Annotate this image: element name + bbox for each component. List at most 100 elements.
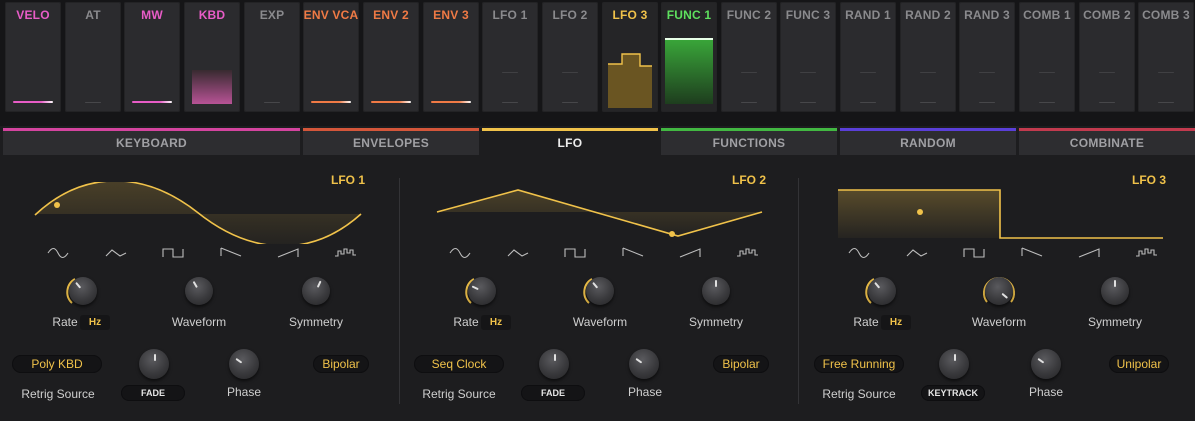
tab-envelopes[interactable]: ENVELOPES <box>303 128 479 155</box>
lfo-3-phase-knob[interactable] <box>1028 346 1066 384</box>
lfo-3-waveform-display[interactable] <box>837 188 1167 242</box>
tab-combinate[interactable]: COMBINATE <box>1019 128 1195 155</box>
mod-level-bar <box>431 101 471 103</box>
mod-source-func-1[interactable]: FUNC 1 <box>661 2 717 112</box>
mod-source-func-3[interactable]: FUNC 3 <box>780 2 836 112</box>
lfo-3-polarity-button[interactable]: Unipolar <box>1109 355 1169 373</box>
ramp-down-icon[interactable] <box>621 244 645 262</box>
mod-source-label: RAND 2 <box>905 8 951 22</box>
mod-source-label: KBD <box>198 8 226 22</box>
tab-keyboard[interactable]: KEYBOARD <box>3 128 300 155</box>
lfo-3-keytrack-knob[interactable] <box>936 346 974 384</box>
tab-random[interactable]: RANDOM <box>840 128 1016 155</box>
mod-level-bar <box>13 101 53 103</box>
mod-source-mw[interactable]: MW <box>124 2 180 112</box>
ramp-down-icon[interactable] <box>219 244 243 262</box>
mod-source-label: AT <box>85 8 101 22</box>
ramp-up-icon[interactable] <box>276 244 300 262</box>
lfo-1-phase-knob[interactable] <box>226 346 264 384</box>
random-icon[interactable] <box>1135 244 1159 262</box>
lfo-2-phase-knob[interactable] <box>626 346 664 384</box>
tab-label: RANDOM <box>900 136 956 150</box>
lfo-3-rate-unit[interactable]: Hz <box>881 315 911 330</box>
mod-source-rand-1[interactable]: RAND 1 <box>840 2 896 112</box>
mod-source-kbd[interactable]: KBD <box>184 2 240 112</box>
triangle-icon[interactable] <box>506 244 530 262</box>
mod-source-label: FUNC 2 <box>726 8 772 22</box>
lfo-3-retrig-label: Retrig Source <box>822 387 896 401</box>
func1-meter <box>665 38 713 104</box>
mod-source-env-2[interactable]: ENV 2 <box>363 2 419 112</box>
lfo-3-waveform-knob[interactable] <box>980 272 1018 310</box>
square-icon[interactable] <box>962 244 986 262</box>
lfo-3-symmetry-knob[interactable] <box>1096 272 1134 310</box>
lfo-2-waveform-knob[interactable] <box>581 272 619 310</box>
lfo-2-rate-unit[interactable]: Hz <box>481 315 511 330</box>
mod-source-comb-1[interactable]: COMB 1 <box>1019 2 1075 112</box>
random-icon[interactable] <box>736 244 760 262</box>
lfo-1-fade-button[interactable]: FADE <box>121 385 185 401</box>
square-icon[interactable] <box>161 244 185 262</box>
mod-source-comb-3[interactable]: COMB 3 <box>1138 2 1194 112</box>
mod-source-func-2[interactable]: FUNC 2 <box>721 2 777 112</box>
mod-source-velo[interactable]: VELO <box>5 2 61 112</box>
ramp-up-icon[interactable] <box>678 244 702 262</box>
lfo-2-symmetry-knob[interactable] <box>697 272 735 310</box>
random-icon[interactable] <box>334 244 358 262</box>
mod-source-lfo-2[interactable]: LFO 2 <box>542 2 598 112</box>
ramp-down-icon[interactable] <box>1020 244 1044 262</box>
lfo-2-waveform-display[interactable] <box>435 186 767 242</box>
sine-icon[interactable] <box>448 244 472 262</box>
lfo-1-rate-unit[interactable]: Hz <box>80 315 110 330</box>
triangle-icon[interactable] <box>104 244 128 262</box>
lfo-3-retrig-source-select[interactable]: Free Running <box>814 355 904 373</box>
lfo-1-waveform-display[interactable] <box>33 182 365 244</box>
lfo-2-title: LFO 2 <box>732 173 767 187</box>
mod-level-bar <box>562 102 578 103</box>
mod-source-env-3[interactable]: ENV 3 <box>423 2 479 112</box>
mod-source-comb-2[interactable]: COMB 2 <box>1079 2 1135 112</box>
mod-source-rand-2[interactable]: RAND 2 <box>900 2 956 112</box>
mod-level-bar <box>800 102 816 103</box>
triangle-icon[interactable] <box>905 244 929 262</box>
mod-level-bar <box>132 101 172 103</box>
mod-source-label: ENV 3 <box>433 8 469 22</box>
mod-source-label: COMB 2 <box>1083 8 1131 22</box>
lfo-2-fade-knob[interactable] <box>536 346 574 384</box>
lfo-2-polarity-button[interactable]: Bipolar <box>713 355 769 373</box>
square-icon[interactable] <box>563 244 587 262</box>
lfo-1-retrig-label: Retrig Source <box>21 387 95 401</box>
mod-level-bar <box>311 101 351 103</box>
lfo-1-retrig-source-select[interactable]: Poly KBD <box>12 355 102 373</box>
lfo-3-title: LFO 3 <box>1132 173 1167 187</box>
lfo-3-keytrack-button[interactable]: KEYTRACK <box>921 385 985 401</box>
sine-icon[interactable] <box>847 244 871 262</box>
lfo-2-fade-button[interactable]: FADE <box>521 385 585 401</box>
mod-source-rand-3[interactable]: RAND 3 <box>959 2 1015 112</box>
lfo-1-waveform-knob[interactable] <box>180 272 218 310</box>
tab-lfo[interactable]: LFO <box>482 128 658 155</box>
mod-source-at[interactable]: AT <box>65 2 121 112</box>
mod-level-bar <box>1158 72 1174 73</box>
lfo-2-waveform-label: Waveform <box>572 315 628 329</box>
mod-source-exp[interactable]: EXP <box>244 2 300 112</box>
lfo-1-shape-selector <box>0 244 400 262</box>
lfo-1-symmetry-knob[interactable] <box>297 272 335 310</box>
lfo-3-rate-knob[interactable] <box>863 272 901 310</box>
tab-functions[interactable]: FUNCTIONS <box>661 128 837 155</box>
lfo-2-rate-knob[interactable] <box>463 272 501 310</box>
mod-source-lfo-1[interactable]: LFO 1 <box>482 2 538 112</box>
lfo-2-retrig-source-select[interactable]: Seq Clock <box>414 355 504 373</box>
mod-source-lfo-3[interactable]: LFO 3 <box>602 2 658 112</box>
lfo-1-rate-knob[interactable] <box>64 272 102 310</box>
mod-source-label: LFO 1 <box>492 8 528 22</box>
ramp-up-icon[interactable] <box>1077 244 1101 262</box>
sine-icon[interactable] <box>46 244 70 262</box>
mod-level-bar <box>371 101 411 103</box>
mod-level-bar <box>1039 102 1055 103</box>
mod-level-bar <box>860 72 876 73</box>
lfo-1-polarity-button[interactable]: Bipolar <box>313 355 369 373</box>
lfo-1-fade-knob[interactable] <box>136 346 174 384</box>
mod-source-label: COMB 3 <box>1142 8 1190 22</box>
mod-source-env-vca[interactable]: ENV VCA <box>303 2 359 112</box>
